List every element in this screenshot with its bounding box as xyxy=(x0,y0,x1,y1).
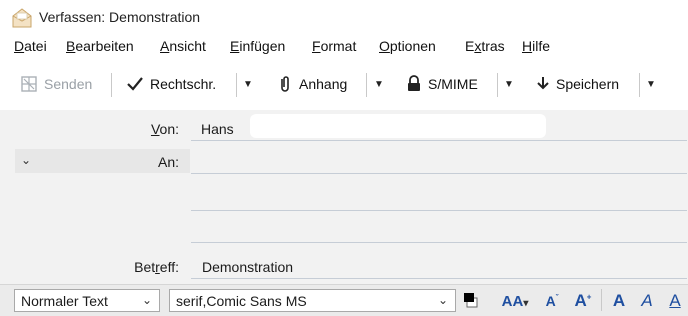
text-color-icon xyxy=(464,293,478,308)
toolbar-separator xyxy=(639,73,640,97)
font-size-dropdown-button[interactable]: AA▾ xyxy=(497,290,533,312)
to-label: An: xyxy=(157,154,179,170)
menu-extras[interactable]: Extras xyxy=(465,38,505,54)
paperclip-icon xyxy=(281,76,289,92)
toolbar-separator xyxy=(111,73,112,97)
menu-optionen[interactable]: Optionen xyxy=(379,38,436,54)
increase-font-size-button[interactable]: A+ xyxy=(570,290,596,312)
decrease-font-size-button[interactable]: Aˇ xyxy=(540,290,564,312)
recipient-row-empty[interactable] xyxy=(191,185,687,211)
font-size-icon: AA▾ xyxy=(501,292,529,310)
menu-einfuegen[interactable]: Einfügen xyxy=(230,38,285,54)
menu-bearbeiten[interactable]: Bearbeiten xyxy=(66,38,134,54)
send-button[interactable]: Senden xyxy=(20,71,92,97)
attach-dropdown-button[interactable]: ▼ xyxy=(372,71,386,97)
paragraph-style-select[interactable]: Normaler Text ⌄ xyxy=(14,289,160,312)
chevron-down-icon: ⌄ xyxy=(141,293,152,307)
save-label: Speichern xyxy=(556,76,620,92)
toolbar-separator xyxy=(497,73,498,97)
lock-icon xyxy=(408,75,420,91)
menu-ansicht[interactable]: Ansicht xyxy=(160,38,206,54)
font-family-select[interactable]: serif,Comic Sans MS ⌄ xyxy=(169,289,456,312)
toolbar-separator xyxy=(236,73,237,97)
attach-button[interactable]: Anhang xyxy=(277,71,347,97)
recipient-row-empty[interactable] xyxy=(191,217,687,243)
chevron-down-icon: ⌄ xyxy=(21,153,32,167)
smime-label: S/MIME xyxy=(428,76,478,92)
smime-button[interactable]: S/MIME xyxy=(406,71,478,97)
italic-icon: A xyxy=(641,291,653,310)
compose-window-icon xyxy=(12,8,32,28)
menu-bar: Datei Bearbeiten Ansicht Einfügen Format… xyxy=(0,35,688,59)
spellcheck-label: Rechtschr. xyxy=(150,76,217,92)
larger-font-icon: A+ xyxy=(574,291,592,310)
spellcheck-dropdown-button[interactable]: ▼ xyxy=(241,71,255,97)
menu-format[interactable]: Format xyxy=(312,38,356,54)
subject-label: Betreff: xyxy=(134,259,179,275)
spellcheck-button[interactable]: Rechtschr. xyxy=(126,71,216,97)
redaction-overlay xyxy=(250,114,546,138)
italic-button[interactable]: A xyxy=(638,290,656,312)
to-field[interactable] xyxy=(191,148,687,174)
bold-icon: A xyxy=(612,291,626,310)
underline-button[interactable]: A xyxy=(666,290,684,312)
from-value: Hans xyxy=(201,121,234,137)
text-color-button[interactable] xyxy=(462,290,488,312)
smaller-font-icon: Aˇ xyxy=(545,293,559,309)
checkmark-icon xyxy=(127,77,143,91)
bold-button[interactable]: A xyxy=(610,290,628,312)
save-download-icon xyxy=(537,77,549,90)
send-label: Senden xyxy=(44,76,93,92)
smime-dropdown-button[interactable]: ▼ xyxy=(502,71,516,97)
toolbar-separator xyxy=(366,73,367,97)
save-button[interactable]: Speichern xyxy=(536,71,619,97)
font-family-value: serif,Comic Sans MS xyxy=(176,292,307,309)
title-bar: Verfassen: Demonstration xyxy=(0,0,688,34)
format-toolbar: Normaler Text ⌄ serif,Comic Sans MS ⌄ AA… xyxy=(0,284,688,316)
subject-value: Demonstration xyxy=(202,259,294,275)
window-title: Verfassen: Demonstration xyxy=(39,9,201,25)
paragraph-style-value: Normaler Text xyxy=(21,292,108,309)
toolbar-separator xyxy=(601,289,602,311)
menu-hilfe[interactable]: Hilfe xyxy=(522,38,550,54)
attach-label: Anhang xyxy=(299,76,348,92)
compose-toolbar: Senden Rechtschr. ▼ Anhang ▼ S/MIME ▼ Sp… xyxy=(0,61,688,107)
menu-datei[interactable]: Datei xyxy=(14,38,47,54)
from-label: Von: xyxy=(150,121,179,137)
underline-icon: A xyxy=(669,291,681,310)
send-icon xyxy=(21,76,37,92)
chevron-down-icon: ⌄ xyxy=(437,293,448,307)
save-dropdown-button[interactable]: ▼ xyxy=(644,71,658,97)
